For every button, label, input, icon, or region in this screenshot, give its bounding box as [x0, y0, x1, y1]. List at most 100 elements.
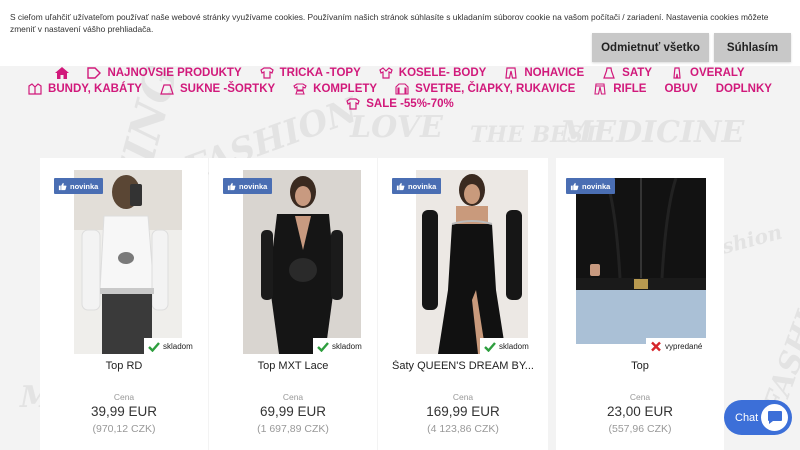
nav-item-jackets[interactable]: BUNDY, KABÁTY	[28, 83, 142, 95]
price-czk: (557,96 CZK)	[608, 423, 672, 435]
price-label: Cena	[282, 392, 304, 402]
product-card[interactable]: novinka skladom Top MXT Lace Cena 69,99 …	[209, 158, 377, 450]
cookie-text: S cieľom uľahčiť užívateľom používať naš…	[10, 12, 769, 34]
nav-label: BUNDY, KABÁTY	[48, 83, 142, 95]
nav-label: SVETRE, ČIAPKY, RUKAVICE	[415, 83, 576, 95]
jeans-icon	[594, 83, 606, 95]
stock-badge: skladom	[480, 338, 533, 355]
product-card[interactable]: novinka skladom Šaty QUEEN'S DREAM BY...…	[378, 158, 548, 450]
sale-shirt-icon	[346, 98, 360, 110]
reject-all-button[interactable]: Odmietnuť všetko	[592, 33, 709, 62]
dress-icon	[603, 67, 616, 79]
nav-item-skirts[interactable]: SUKNE -ŠORTKY	[160, 83, 275, 95]
nav-label: DOPLNKY	[715, 83, 772, 95]
nav-item-dresses[interactable]: ŠATY	[602, 67, 652, 81]
new-badge-label: novinka	[70, 181, 99, 191]
nav-item-shoes[interactable]: OBUV	[664, 83, 697, 95]
stock-label: vypredané	[665, 342, 703, 351]
overall-icon	[673, 67, 681, 79]
tshirt-icon	[259, 67, 274, 79]
nav-item-accessories[interactable]: DOPLNKY	[716, 83, 772, 95]
new-badge-label: novinka	[582, 181, 611, 191]
accept-button[interactable]: Súhlasím	[714, 33, 791, 62]
new-badge: novinka	[223, 178, 273, 194]
set-icon	[293, 83, 307, 95]
tag-icon	[87, 67, 102, 79]
sweater-icon	[395, 83, 409, 95]
cross-icon	[651, 341, 661, 352]
product-title[interactable]: Top MXT Lace	[209, 360, 377, 372]
nav-label: NAJNOVŠIE PRODUKTY	[107, 67, 242, 79]
nav-item-tshirts[interactable]: TRIČKA -TOPY	[259, 67, 361, 81]
product-image[interactable]	[416, 170, 528, 354]
home-icon	[55, 67, 70, 79]
product-image[interactable]	[243, 170, 361, 354]
product-card[interactable]: novinka vypredané Top Cena 23,00 EUR (55…	[556, 158, 724, 450]
price: 69,99 EUR	[259, 404, 327, 419]
thumbs-up-icon	[58, 182, 67, 190]
price-label: Cena	[452, 392, 474, 402]
product-title[interactable]: Top	[556, 360, 724, 372]
nav-label: KOŠELE- BODY	[398, 67, 487, 79]
product-image[interactable]	[74, 170, 182, 354]
chat-button[interactable]: Chat	[724, 400, 792, 435]
checkmark-icon	[148, 342, 160, 352]
nav-item-trousers[interactable]: NOHAVICE	[504, 67, 584, 81]
nav-item-home[interactable]	[55, 67, 70, 81]
product-grid: novinka skladom Top RD Cena 39,99 EUR (9…	[40, 158, 760, 450]
product-image[interactable]	[576, 178, 706, 344]
nav-label: OVERALY	[690, 67, 745, 79]
chat-label: Chat	[735, 411, 759, 424]
chat-bubble-icon	[761, 404, 788, 431]
new-badge-label: novinka	[239, 181, 268, 191]
price: 169,99 EUR	[426, 404, 500, 419]
product-card[interactable]: novinka skladom Top RD Cena 39,99 EUR (9…	[40, 158, 208, 450]
checkmark-icon	[484, 342, 496, 352]
stock-label: skladom	[163, 342, 193, 351]
stock-badge: vypredané	[646, 338, 707, 355]
nav-label: OBUV	[664, 83, 698, 95]
nav-label: SUKNE -ŠORTKY	[179, 83, 276, 95]
jacket-icon	[28, 83, 42, 95]
nav-label: TRIČKA -TOPY	[279, 67, 361, 79]
shirt-icon	[379, 67, 393, 79]
new-badge: novinka	[566, 178, 616, 194]
thumbs-up-icon	[227, 182, 236, 190]
price-label: Cena	[113, 392, 135, 402]
new-badge: novinka	[392, 178, 442, 194]
nav-item-sweaters[interactable]: SVETRE, ČIAPKY, RUKAVICE	[395, 83, 575, 95]
price-czk: (4 123,86 CZK)	[427, 423, 499, 435]
product-title[interactable]: Top RD	[40, 360, 208, 372]
new-badge-label: novinka	[408, 181, 437, 191]
nav-label: SALE -55%-70%	[366, 98, 454, 110]
price: 23,00 EUR	[606, 404, 674, 419]
nav-item-overalls[interactable]: OVERALY	[670, 67, 745, 81]
price: 39,99 EUR	[90, 404, 158, 419]
checkmark-icon	[317, 342, 329, 352]
nav-item-jeans[interactable]: RIFLE	[593, 83, 646, 95]
stock-label: skladom	[499, 342, 529, 351]
nav-label: ŠATY	[622, 67, 652, 79]
nav-label: KOMPLETY	[313, 83, 378, 95]
stock-badge: skladom	[313, 338, 366, 355]
nav-label: NOHAVICE	[524, 67, 585, 79]
nav-item-sale[interactable]: SALE -55%-70%	[346, 98, 454, 110]
nav-item-shirts[interactable]: KOŠELE- BODY	[379, 67, 487, 81]
trousers-icon	[505, 67, 517, 79]
stock-label: skladom	[332, 342, 362, 351]
nav-item-newest[interactable]: NAJNOVŠIE PRODUKTY	[87, 67, 242, 81]
product-title[interactable]: Šaty QUEEN'S DREAM BY...	[378, 360, 548, 372]
nav-row-1: NAJNOVŠIE PRODUKTY TRIČKA -TOPY KOŠELE- …	[0, 67, 800, 81]
price-czk: (970,12 CZK)	[92, 423, 156, 435]
new-badge: novinka	[54, 178, 104, 194]
stock-badge: skladom	[144, 338, 197, 355]
price-czk: (1 697,89 CZK)	[257, 423, 329, 435]
thumbs-up-icon	[396, 182, 405, 190]
price-label: Cena	[629, 392, 651, 402]
nav-item-sets[interactable]: KOMPLETY	[293, 83, 377, 95]
skirt-icon	[160, 84, 174, 95]
nav-row-3: SALE -55%-70%	[0, 98, 800, 110]
nav-row-2: BUNDY, KABÁTY SUKNE -ŠORTKY KOMPLETY SVE…	[0, 83, 800, 95]
nav-label: RIFLE	[613, 83, 647, 95]
cookie-banner: S cieľom uľahčiť užívateľom používať naš…	[0, 0, 800, 66]
